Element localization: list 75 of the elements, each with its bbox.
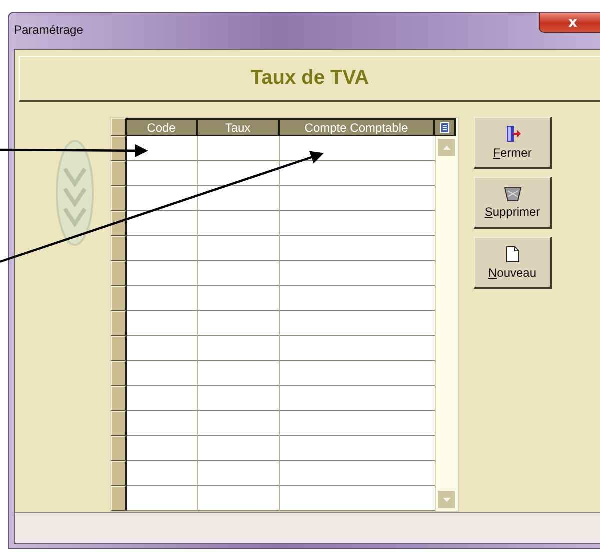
row-selector[interactable] (111, 261, 127, 286)
table-cell[interactable] (127, 436, 198, 461)
table-cell[interactable] (127, 361, 198, 386)
table-cell[interactable] (198, 136, 280, 161)
row-selector[interactable] (111, 136, 127, 161)
table-cell[interactable] (280, 136, 435, 161)
table-cell[interactable] (198, 336, 280, 361)
table-cell[interactable] (280, 436, 435, 461)
table-cell[interactable] (127, 261, 198, 286)
row-selector[interactable] (111, 461, 127, 486)
table-cell[interactable] (280, 261, 435, 286)
row-selector[interactable] (111, 361, 127, 386)
table-cell[interactable] (280, 311, 435, 336)
blank-page-icon (506, 246, 520, 262)
table-cell[interactable] (280, 161, 435, 186)
trash-bin-icon (504, 186, 522, 202)
table-cell[interactable] (198, 411, 280, 436)
caret-down-icon (442, 496, 452, 502)
columns-icon[interactable] (440, 122, 450, 134)
table-cell[interactable] (198, 261, 280, 286)
table-cell[interactable] (198, 161, 280, 186)
row-selector[interactable] (111, 436, 127, 461)
row-selector[interactable] (111, 161, 127, 186)
table-cell[interactable] (198, 186, 280, 211)
window-title: Paramétrage (14, 23, 84, 37)
caret-up-icon (442, 144, 452, 150)
table-cell[interactable] (280, 186, 435, 211)
table-cell[interactable] (280, 236, 435, 261)
row-selector[interactable] (111, 311, 127, 336)
row-selector[interactable] (111, 186, 127, 211)
table-cell[interactable] (127, 486, 198, 511)
table-cell[interactable] (280, 461, 435, 486)
row-selector[interactable] (111, 211, 127, 236)
table-cell[interactable] (127, 161, 198, 186)
table-cell[interactable] (127, 461, 198, 486)
row-selector[interactable] (111, 236, 127, 261)
table-cell[interactable] (127, 286, 198, 311)
row-selector[interactable] (111, 411, 127, 436)
table-cell[interactable] (280, 486, 435, 511)
table-cell[interactable] (198, 236, 280, 261)
table-cell[interactable] (198, 361, 280, 386)
column-header[interactable]: Compte Comptable (280, 118, 435, 136)
action-button[interactable]: Supprimer (474, 177, 552, 229)
table-cell[interactable] (127, 186, 198, 211)
table-cell[interactable] (127, 311, 198, 336)
table-cell[interactable] (198, 436, 280, 461)
table-cell[interactable] (127, 211, 198, 236)
table-cell[interactable] (127, 336, 198, 361)
table-cell[interactable] (127, 236, 198, 261)
table-cell[interactable] (280, 411, 435, 436)
grid-corner (111, 118, 127, 136)
table-cell[interactable] (127, 136, 198, 161)
row-selector[interactable] (111, 336, 127, 361)
action-button[interactable]: Nouveau (474, 237, 552, 289)
table-cell[interactable] (280, 336, 435, 361)
table-cell[interactable] (127, 386, 198, 411)
action-button[interactable]: Fermer (474, 117, 552, 169)
table-cell[interactable] (198, 211, 280, 236)
table-cell[interactable] (198, 311, 280, 336)
column-header[interactable]: Code (127, 118, 198, 136)
table-cell[interactable] (198, 386, 280, 411)
table-cell[interactable] (127, 411, 198, 436)
header-title: Taux de TVA (250, 67, 370, 90)
row-selector[interactable] (111, 386, 127, 411)
table-cell[interactable] (198, 286, 280, 311)
table-cell[interactable] (280, 211, 435, 236)
close-button[interactable]: x (539, 13, 600, 33)
table-cell[interactable] (280, 361, 435, 386)
table-cell[interactable] (280, 386, 435, 411)
table-cell[interactable] (198, 486, 280, 511)
row-selector[interactable] (111, 486, 127, 511)
column-header[interactable]: Taux (198, 118, 280, 136)
row-selector[interactable] (111, 286, 127, 311)
table-cell[interactable] (280, 286, 435, 311)
table-cell[interactable] (198, 461, 280, 486)
